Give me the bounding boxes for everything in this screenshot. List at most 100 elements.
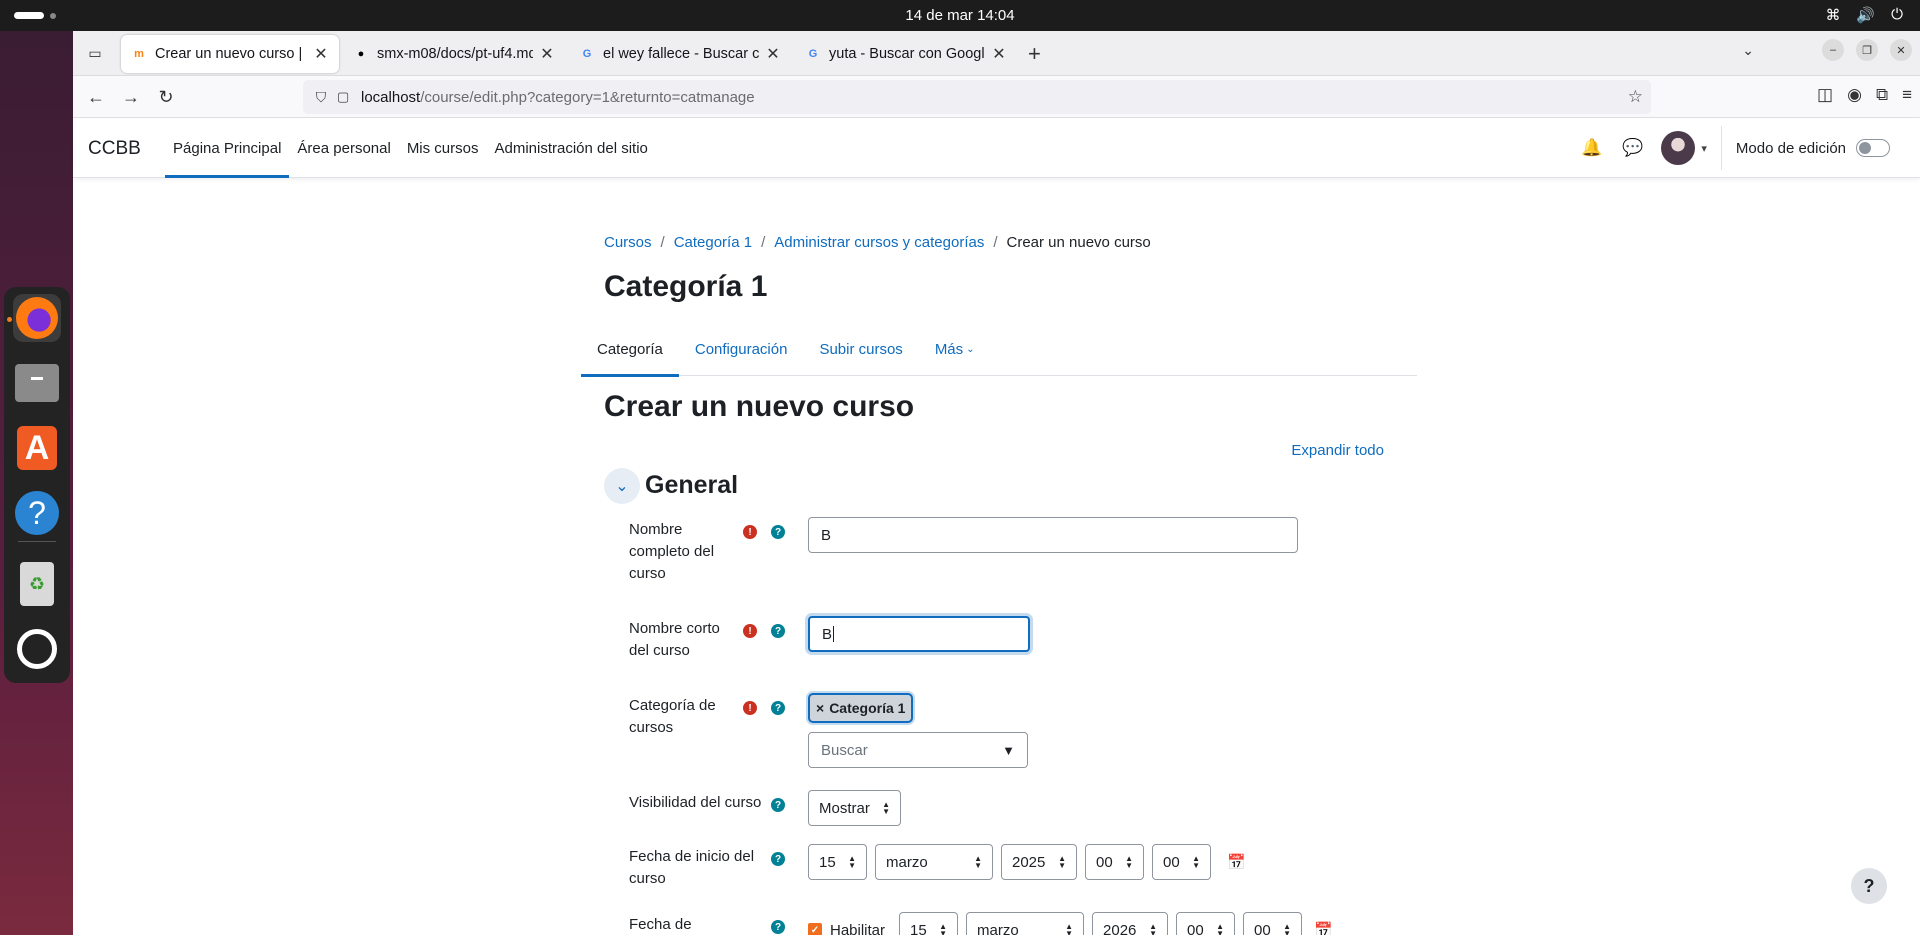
edit-mode-toggle[interactable] bbox=[1856, 139, 1890, 157]
breadcrumb-separator: / bbox=[660, 234, 665, 251]
enable-enddate-checkbox[interactable]: ✓ bbox=[808, 923, 822, 935]
maximize-icon[interactable]: ❐ bbox=[1856, 39, 1878, 61]
url-text[interactable]: localhost/course/edit.php?category=1&ret… bbox=[361, 89, 755, 106]
avatar[interactable] bbox=[1661, 131, 1696, 165]
close-tab-icon[interactable]: ✕ bbox=[539, 44, 555, 64]
account-icon[interactable]: ◉ bbox=[1847, 85, 1862, 105]
start-year-value: 2025 bbox=[1012, 853, 1046, 871]
tab-mas[interactable]: Más ⌄ bbox=[919, 323, 991, 376]
new-tab-icon[interactable]: + bbox=[1028, 41, 1041, 67]
system-clock[interactable]: 14 de mar 14:04 bbox=[0, 7, 1920, 24]
tab-google-1[interactable]: G el wey fallece - Buscar cor ✕ bbox=[569, 35, 791, 73]
collapse-section-icon[interactable]: ⌄ bbox=[604, 468, 640, 504]
help-icon[interactable]: ? bbox=[771, 920, 785, 934]
tab-github[interactable]: ● smx-m08/docs/pt-uf4.md ✕ bbox=[343, 35, 565, 73]
shortname-value: B bbox=[822, 625, 833, 643]
breadcrumb-cursos[interactable]: Cursos bbox=[604, 234, 652, 251]
nav-pagina-principal[interactable]: Página Principal bbox=[165, 118, 290, 178]
category-search-select[interactable]: Buscar ▼ bbox=[808, 732, 1028, 768]
help-icon[interactable]: ? bbox=[771, 701, 785, 715]
minimize-icon[interactable]: – bbox=[1822, 39, 1844, 61]
tab-google-2[interactable]: G yuta - Buscar con Google ✕ bbox=[795, 35, 1017, 73]
floating-help-button[interactable]: ? bbox=[1851, 868, 1887, 904]
close-tab-icon[interactable]: ✕ bbox=[313, 44, 329, 64]
help-icon[interactable]: ? bbox=[771, 798, 785, 812]
end-hour-select[interactable]: 00 ▲ ▼ bbox=[1176, 912, 1236, 935]
address-bar[interactable]: ⛉ ▢ localhost/course/edit.php?category=1… bbox=[303, 80, 1651, 114]
required-icon[interactable]: ! bbox=[743, 624, 757, 638]
pocket-icon[interactable]: ◫ bbox=[1817, 85, 1833, 105]
dock-show-apps[interactable] bbox=[13, 625, 61, 673]
volume-icon[interactable]: 🔊 bbox=[1856, 6, 1875, 24]
extensions-icon[interactable]: ⧉ bbox=[1876, 85, 1888, 105]
dock-firefox[interactable] bbox=[13, 294, 61, 342]
help-icon[interactable]: ? bbox=[771, 525, 785, 539]
firefox-view-icon[interactable]: ▭ bbox=[83, 41, 107, 65]
dock-help[interactable]: ? bbox=[13, 489, 61, 537]
site-brand[interactable]: CCBB bbox=[88, 138, 141, 160]
help-icon[interactable]: ? bbox=[771, 852, 785, 866]
nav-mis-cursos[interactable]: Mis cursos bbox=[399, 118, 487, 178]
tab-subir-cursos[interactable]: Subir cursos bbox=[803, 323, 918, 376]
dock-app-center[interactable]: A bbox=[13, 424, 61, 472]
end-minute-select[interactable]: 00 ▲ ▼ bbox=[1243, 912, 1303, 935]
category-heading: Categoría 1 bbox=[604, 270, 768, 303]
start-day-select[interactable]: 15 ▲ ▼ bbox=[808, 844, 867, 880]
start-hour-select[interactable]: 00 ▲ ▼ bbox=[1085, 844, 1144, 880]
list-all-tabs-icon[interactable]: ⌄ bbox=[1742, 42, 1754, 59]
nav-area-personal[interactable]: Área personal bbox=[289, 118, 398, 178]
select-arrows-icon: ▲ ▼ bbox=[1058, 854, 1066, 870]
required-icon[interactable]: ! bbox=[743, 701, 757, 715]
calendar-icon[interactable]: 📅 bbox=[1314, 921, 1333, 935]
calendar-icon[interactable]: 📅 bbox=[1227, 853, 1246, 871]
close-window-icon[interactable]: ✕ bbox=[1890, 39, 1912, 61]
tab-categoria[interactable]: Categoría bbox=[581, 323, 679, 377]
breadcrumb-categoria[interactable]: Categoría 1 bbox=[674, 234, 752, 251]
bookmark-star-icon[interactable]: ☆ bbox=[1628, 87, 1643, 107]
close-tab-icon[interactable]: ✕ bbox=[765, 44, 781, 64]
window-controls: ⌄ – ❐ ✕ bbox=[1742, 39, 1920, 61]
network-icon[interactable]: ⌘ bbox=[1824, 6, 1842, 24]
forward-icon[interactable]: → bbox=[118, 84, 144, 110]
tab-crear-curso[interactable]: m Crear un nuevo curso | CC ✕ bbox=[121, 35, 339, 73]
back-icon[interactable]: ← bbox=[83, 84, 109, 110]
selected-category-tag[interactable]: × Categoría 1 bbox=[808, 693, 914, 723]
tab-configuracion[interactable]: Configuración bbox=[679, 323, 804, 376]
enable-enddate-label: Habilitar bbox=[830, 921, 886, 935]
system-tray[interactable]: ⌘ 🔊 ⏻ bbox=[1824, 6, 1906, 24]
dock-separator bbox=[18, 541, 56, 542]
start-year-select[interactable]: 2025 ▲ ▼ bbox=[1001, 844, 1077, 880]
chevron-down-icon[interactable]: ▾ bbox=[1701, 142, 1707, 155]
shortname-input[interactable]: B bbox=[808, 616, 1030, 652]
shortname-label: Nombre corto del curso bbox=[629, 620, 720, 659]
fullname-input[interactable]: B bbox=[808, 517, 1298, 553]
end-year-select[interactable]: 2026 ▲ ▼ bbox=[1092, 912, 1169, 935]
fullname-field-wrap: B bbox=[808, 517, 1298, 553]
expand-all-link[interactable]: Expandir todo bbox=[1291, 442, 1384, 459]
end-month-select[interactable]: marzo ▲ ▼ bbox=[966, 912, 1085, 935]
page-info-icon[interactable]: ▢ bbox=[337, 89, 353, 105]
reload-icon[interactable]: ↻ bbox=[153, 84, 179, 110]
category-label: Categoría de cursos bbox=[629, 697, 716, 736]
dock-files[interactable] bbox=[13, 359, 61, 407]
breadcrumb-administrar[interactable]: Administrar cursos y categorías bbox=[774, 234, 984, 251]
visibility-select[interactable]: Mostrar ▲ ▼ bbox=[808, 790, 901, 826]
nav-administracion[interactable]: Administración del sitio bbox=[487, 118, 656, 178]
required-icon[interactable]: ! bbox=[743, 525, 757, 539]
messages-icon[interactable]: 💬 bbox=[1622, 138, 1643, 158]
shield-icon[interactable]: ⛉ bbox=[311, 89, 331, 106]
notifications-bell-icon[interactable]: 🔔 bbox=[1581, 138, 1602, 158]
start-month-select[interactable]: marzo ▲ ▼ bbox=[875, 844, 993, 880]
close-tab-icon[interactable]: ✕ bbox=[991, 44, 1007, 64]
category-field-wrap: × Categoría 1 Buscar ▼ bbox=[808, 693, 1028, 768]
menu-icon[interactable]: ≡ bbox=[1902, 85, 1912, 105]
dock-trash[interactable]: ♻ bbox=[13, 560, 61, 608]
breadcrumb-separator: / bbox=[761, 234, 766, 251]
power-icon[interactable]: ⏻ bbox=[1888, 6, 1906, 24]
end-day-select[interactable]: 15 ▲ ▼ bbox=[899, 912, 959, 935]
github-icon: ● bbox=[357, 48, 365, 60]
help-icon[interactable]: ? bbox=[771, 624, 785, 638]
firefox-icon bbox=[16, 297, 58, 339]
start-minute-select[interactable]: 00 ▲ ▼ bbox=[1152, 844, 1211, 880]
remove-tag-icon[interactable]: × bbox=[816, 700, 824, 716]
